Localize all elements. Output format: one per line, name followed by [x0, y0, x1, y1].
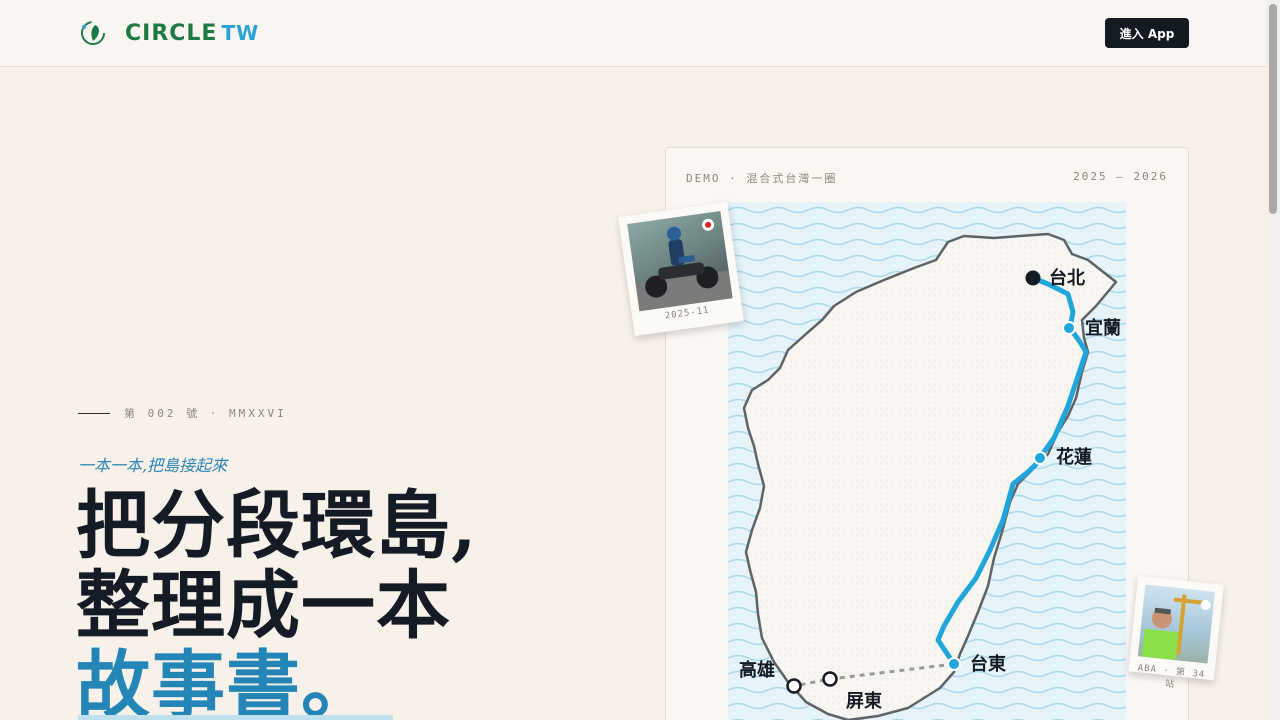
demo-label: DEMO · 混合式台灣一圈	[686, 172, 838, 185]
headline-line-1: 把分段環島,	[76, 483, 478, 569]
headline-line-3: 故事書。	[76, 643, 376, 720]
issue-text: 第 002 號 · MMXXVI	[124, 407, 287, 420]
photo-card-cyclist[interactable]: ABA · 第 34 站	[1128, 575, 1224, 690]
scrollbar-thumb[interactable]	[1269, 4, 1277, 214]
top-header: CIRCLE TW 進入 App	[0, 0, 1280, 67]
logo-wordmark: CIRCLE TW	[125, 21, 259, 46]
logo-suffix-text: TW	[221, 20, 260, 45]
city-label-yilan: 宜蘭	[1085, 317, 1121, 339]
marker-taitung	[947, 657, 961, 671]
issue-label: 第 002 號 · MMXXVI	[78, 405, 287, 421]
marker-taipei	[1025, 270, 1041, 286]
enter-app-button[interactable]: 進入 App	[1105, 18, 1189, 48]
cyclist-selfie-photo	[1137, 584, 1215, 664]
marker-pingtung	[822, 671, 838, 687]
issue-rule	[78, 412, 110, 414]
logo[interactable]: CIRCLE TW	[78, 17, 259, 49]
city-label-taipei: 台北	[1049, 267, 1085, 289]
hero-headline: 把分段環島, 整理成一本 故事書。	[76, 486, 478, 720]
marker-kaohsiung	[786, 678, 802, 694]
taiwan-map: 台北 宜蘭 花蓮 台東 屏東 高雄	[728, 202, 1126, 720]
city-label-kaohsiung: 高雄	[739, 659, 775, 681]
headline-highlight	[78, 715, 393, 720]
marker-yilan	[1062, 321, 1076, 335]
motorcycle-rider-photo	[627, 210, 733, 312]
taiwan-leaf-icon	[78, 18, 108, 48]
year-range-label: 2025 — 2026	[1073, 170, 1168, 183]
city-label-taitung: 台東	[970, 653, 1006, 675]
city-label-hualien: 花蓮	[1056, 446, 1092, 468]
photo-card-motorcycle[interactable]: 2025-11	[618, 201, 744, 337]
page-scrollbar[interactable]	[1266, 0, 1280, 720]
marker-hualien	[1033, 451, 1047, 465]
logo-main-text: CIRCLE	[125, 20, 218, 46]
city-label-pingtung: 屏東	[846, 690, 882, 712]
hero-tagline: 一本一本,把島接起來	[78, 456, 228, 475]
headline-line-2: 整理成一本	[76, 563, 451, 649]
